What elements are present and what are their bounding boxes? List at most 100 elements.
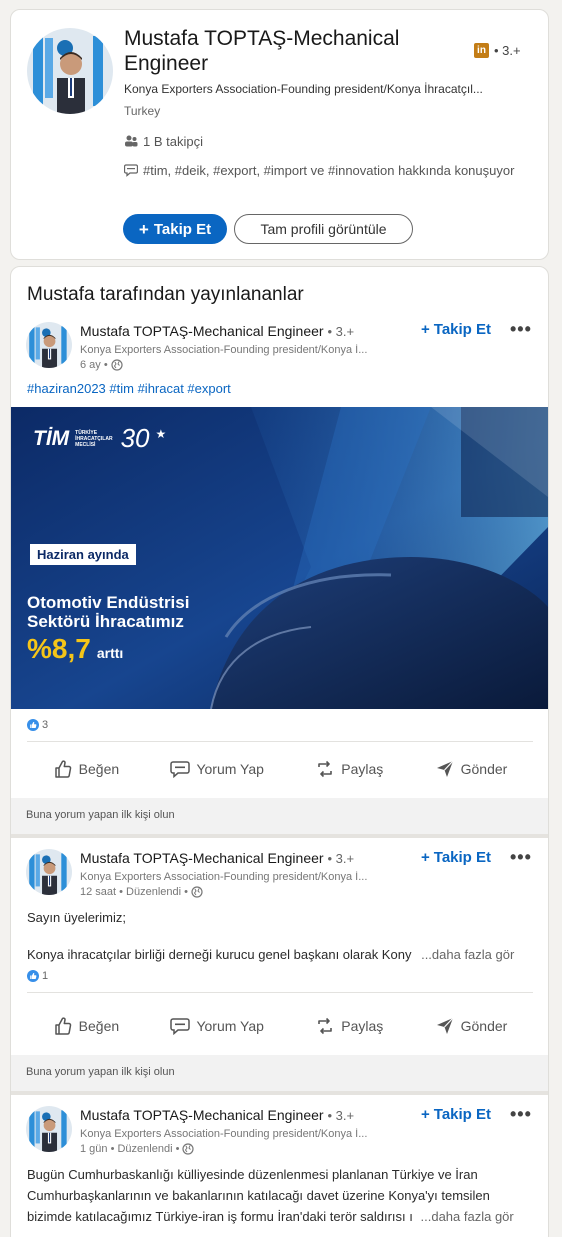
view-full-profile-button[interactable]: Tam profili görüntüle — [234, 214, 413, 244]
banner-percent-value: %8,7 — [27, 633, 91, 664]
send-icon — [436, 760, 454, 777]
posts-section-title: Mustafa tarafından yayınlananlar — [27, 284, 304, 305]
connection-degree: • 3.+ — [494, 43, 521, 58]
like-button[interactable]: Beğen — [47, 1012, 125, 1040]
star-icon: ★ — [155, 426, 167, 441]
like-reaction-icon — [27, 719, 39, 731]
post-author-name[interactable]: Mustafa TOPTAŞ-Mechanical Engineer • 3.+ — [80, 323, 354, 339]
talks-about-text: #tim, #deik, #export, #import ve #innova… — [143, 163, 515, 178]
like-button[interactable]: Beğen — [47, 755, 125, 783]
comment-label: Yorum Yap — [196, 761, 264, 777]
post-more-options-icon[interactable]: ••• — [510, 319, 532, 340]
followers-row: 1 B takipçi — [124, 132, 203, 151]
see-more-link[interactable]: ...daha fazla gör — [421, 947, 514, 962]
post-actions: Beğen Yorum Yap Paylaş Gönder — [27, 1012, 533, 1040]
banner-percent: %8,7 arttı — [27, 633, 123, 665]
follow-button-label: Takip Et — [153, 220, 212, 238]
like-label: Beğen — [78, 1018, 120, 1034]
follow-button[interactable]: + Takip Et — [123, 214, 227, 244]
divider — [27, 741, 533, 742]
plus-icon: + — [421, 1106, 430, 1123]
profile-headline: Konya Exporters Association-Founding pre… — [124, 82, 483, 96]
post-meta: 6 ay • — [80, 359, 123, 371]
post-text-line: Sayın üyelerimiz; — [27, 910, 126, 925]
comment-icon — [170, 1018, 191, 1035]
tim-logo: TİM TÜRKİYE İHRACATÇILAR MECLİSİ 30 ★ — [33, 423, 166, 454]
post-text-content: Konya ihracatçılar birliği derneği kuruc… — [27, 947, 412, 962]
post-text-line: bizimde katılacağımız Türkiye-iran iş fo… — [27, 1206, 532, 1227]
post-author-name[interactable]: Mustafa TOPTAŞ-Mechanical Engineer • 3.+ — [80, 850, 354, 866]
speech-bubble-icon — [123, 163, 139, 182]
plus-icon: + — [421, 849, 430, 866]
plus-icon: + — [421, 321, 430, 338]
reaction-count: 1 — [42, 970, 49, 982]
talks-about-row: #tim, #deik, #export, #import ve #innova… — [123, 161, 524, 182]
tim-sub-line: MECLİSİ — [75, 441, 96, 448]
repost-button[interactable]: Paylaş — [309, 755, 389, 783]
banner-line-1: Otomotiv Endüstrisi — [27, 593, 190, 612]
send-button[interactable]: Gönder — [429, 1012, 514, 1040]
post-author-degree: • 3.+ — [327, 1108, 355, 1123]
post-hashtags[interactable]: #haziran2023 #tim #ihracat #export — [27, 381, 231, 396]
post-image-banner[interactable]: TİM TÜRKİYE İHRACATÇILAR MECLİSİ 30 ★ Ha… — [11, 407, 548, 709]
comment-icon — [170, 761, 191, 778]
post-separator — [11, 834, 548, 838]
linkedin-premium-icon: in — [474, 43, 489, 58]
profile-name[interactable]: Mustafa TOPTAŞ-Mechanical Engineer — [124, 26, 474, 76]
comment-button[interactable]: Yorum Yap — [164, 1012, 269, 1040]
post-author-headline: Konya Exporters Association-Founding pre… — [80, 871, 368, 883]
post-text-line: Konya ihracatçılar birliği derneği kuruc… — [27, 944, 532, 965]
post-follow-button[interactable]: + Takip Et — [421, 1106, 491, 1123]
people-icon — [124, 134, 138, 153]
post-time: 1 gün • Düzenlendi • — [80, 1143, 180, 1155]
post-time: 6 ay • — [80, 359, 108, 371]
profile-card: Mustafa TOPTAŞ-Mechanical Engineer in • … — [10, 9, 549, 260]
post-more-options-icon[interactable]: ••• — [510, 847, 532, 868]
post-author-degree: • 3.+ — [327, 324, 355, 339]
banner-tag: Haziran ayında — [30, 544, 136, 565]
post-reactions[interactable]: 3 — [27, 719, 48, 731]
post-meta: 12 saat • Düzenlendi • — [80, 886, 203, 898]
post-actions: Beğen Yorum Yap Paylaş Gönder — [27, 755, 533, 783]
anniversary-number: 30 — [120, 423, 150, 453]
thumbs-up-icon — [54, 1017, 71, 1035]
post-more-options-icon[interactable]: ••• — [510, 1104, 532, 1125]
like-label: Beğen — [78, 761, 120, 777]
repost-icon — [318, 760, 333, 778]
globe-icon — [191, 886, 203, 898]
banner-line-2: Sektörü İhracatımız — [27, 612, 184, 631]
like-reaction-icon — [27, 970, 39, 982]
repost-label: Paylaş — [341, 761, 384, 777]
post-meta: 1 gün • Düzenlendi • — [80, 1143, 195, 1155]
post-author-avatar[interactable] — [26, 849, 72, 895]
send-icon — [436, 1017, 454, 1034]
followers-count: 1 B takipçi — [143, 134, 203, 149]
send-button[interactable]: Gönder — [429, 755, 514, 783]
repost-icon — [318, 1017, 333, 1035]
post-author-name[interactable]: Mustafa TOPTAŞ-Mechanical Engineer • 3.+ — [80, 1107, 354, 1123]
banner-percent-verb: arttı — [96, 645, 124, 661]
repost-button[interactable]: Paylaş — [309, 1012, 389, 1040]
post-follow-button[interactable]: + Takip Et — [421, 849, 491, 866]
post-author-avatar[interactable] — [26, 1106, 72, 1152]
plus-icon: + — [138, 219, 149, 239]
post-author-headline: Konya Exporters Association-Founding pre… — [80, 344, 368, 356]
comment-prompt[interactable]: Buna yorum yapan ilk kişi olun — [11, 1055, 548, 1093]
post-author-avatar[interactable] — [26, 322, 72, 368]
profile-avatar[interactable] — [27, 28, 113, 114]
see-more-link[interactable]: ...daha fazla gör — [421, 1209, 514, 1224]
post-author-headline: Konya Exporters Association-Founding pre… — [80, 1128, 368, 1140]
post-follow-label: Takip Et — [433, 1106, 491, 1123]
post-reactions[interactable]: 1 — [27, 970, 48, 982]
comment-label: Yorum Yap — [196, 1018, 264, 1034]
profile-location: Turkey — [124, 104, 161, 118]
post-follow-button[interactable]: + Takip Et — [421, 321, 491, 338]
thumbs-up-icon — [54, 760, 71, 778]
comment-prompt[interactable]: Buna yorum yapan ilk kişi olun — [11, 798, 548, 836]
globe-icon — [111, 359, 123, 371]
post-text-line: Bugün Cumhurbaskanlığı külliyesinde düze… — [27, 1167, 478, 1182]
post-text-content: bizimde katılacağımız Türkiye-iran iş fo… — [27, 1209, 413, 1224]
post-author-name-text: Mustafa TOPTAŞ-Mechanical Engineer — [80, 1107, 324, 1123]
posts-card: Mustafa tarafından yayınlananlar Mustafa… — [10, 266, 549, 1237]
comment-button[interactable]: Yorum Yap — [164, 755, 269, 783]
